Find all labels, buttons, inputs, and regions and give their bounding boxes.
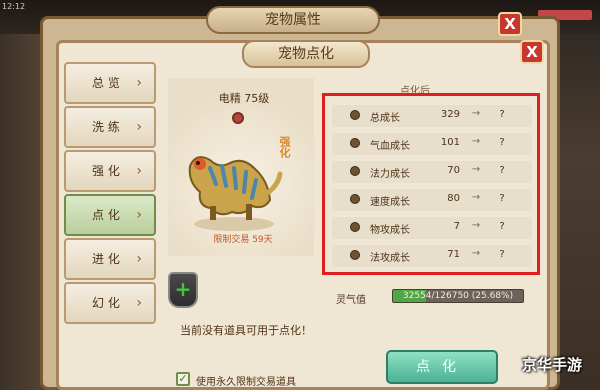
tab-refine[interactable]: 洗 练 › [64, 106, 156, 148]
tab-label: 总 览 [92, 76, 120, 90]
tab-enlighten[interactable]: 点 化 › [64, 194, 156, 236]
spirit-label: 灵气值 [336, 295, 366, 306]
growth-icon [350, 110, 360, 120]
status-time: 12:12 [2, 2, 26, 11]
mp-growth-icon [350, 166, 360, 176]
chevron-right-icon: › [136, 207, 142, 223]
stat-value: 7 [453, 221, 460, 232]
tab-label: 进 化 [92, 252, 120, 266]
growth-stats-list: 总成长 329 → ? 气血成长 101 → ? 法力成长 70 → ? 速度成… [332, 105, 532, 267]
stat-row-mp: 法力成长 70 → ? [332, 161, 532, 183]
arrow-right-icon: → [471, 136, 481, 147]
pet-element-icon [232, 112, 244, 124]
spirit-progress-bar: 32554/126750 (25.68%) [392, 289, 524, 303]
stat-value: 71 [447, 249, 460, 260]
stat-row-magic-attack: 法攻成长 71 → ? [332, 245, 532, 267]
speed-growth-icon [350, 194, 360, 204]
side-tab-list: 总 览 › 洗 练 › 强 化 › 点 化 › 进 化 › 幻 化 › [64, 62, 156, 390]
stat-label: 法攻成长 [370, 253, 410, 264]
stat-row-hp: 气血成长 101 → ? [332, 133, 532, 155]
item-slot-add-button[interactable]: + [168, 272, 198, 308]
tab-transform[interactable]: 幻 化 › [64, 282, 156, 324]
physical-attack-icon [350, 222, 360, 232]
outer-close-button[interactable]: X [498, 12, 522, 36]
arrow-right-icon: → [471, 192, 481, 203]
tab-evolve[interactable]: 进 化 › [64, 238, 156, 280]
enlighten-button[interactable]: 点化 [386, 350, 498, 384]
stat-next-value: ? [499, 249, 505, 260]
chevron-right-icon: › [136, 75, 142, 91]
strengthen-tag: 强化 [278, 136, 291, 158]
stat-next-value: ? [499, 109, 505, 120]
stat-label: 气血成长 [370, 141, 410, 152]
use-item-checkbox[interactable]: ✓ [176, 372, 190, 386]
arrow-right-icon: → [471, 108, 481, 119]
tab-label: 洗 练 [92, 120, 120, 134]
stat-value: 80 [447, 193, 460, 204]
pet-name-level: 电精 75级 [218, 92, 270, 105]
stat-label: 物攻成长 [370, 225, 410, 236]
stat-row-speed: 速度成长 80 → ? [332, 189, 532, 211]
stat-label: 总成长 [370, 113, 400, 124]
stat-row-physical-attack: 物攻成长 7 → ? [332, 217, 532, 239]
stat-next-value: ? [499, 137, 505, 148]
arrow-right-icon: → [471, 220, 481, 231]
tab-label: 强 化 [92, 164, 120, 178]
chevron-right-icon: › [136, 295, 142, 311]
tab-label: 幻 化 [92, 296, 120, 310]
tab-overview[interactable]: 总 览 › [64, 62, 156, 104]
site-watermark: 京华手游 [521, 356, 582, 374]
stat-value: 329 [440, 109, 460, 120]
chevron-right-icon: › [136, 163, 142, 179]
arrow-right-icon: → [471, 248, 481, 259]
panel-title: 宠物点化 [242, 40, 370, 68]
stat-value: 70 [447, 165, 460, 176]
no-item-message: 当前没有道具可用于点化！ [180, 324, 312, 337]
stat-next-value: ? [499, 165, 505, 176]
trade-limit-label: 限制交易 59天 [213, 235, 273, 245]
use-item-checkbox-label: 使用永久限制交易道具 [196, 377, 296, 388]
arrow-right-icon: → [471, 164, 481, 175]
chevron-right-icon: › [136, 119, 142, 135]
stat-label: 速度成长 [370, 197, 410, 208]
hp-growth-icon [350, 138, 360, 148]
chevron-right-icon: › [136, 251, 142, 267]
tab-strengthen[interactable]: 强 化 › [64, 150, 156, 192]
outer-window-title: 宠物属性 [206, 6, 380, 34]
stat-next-value: ? [499, 221, 505, 232]
stat-label: 法力成长 [370, 169, 410, 180]
spirit-progress-text: 32554/126750 (25.68%) [402, 291, 514, 301]
tab-label: 点 化 [92, 208, 120, 222]
pet-creature-image [188, 156, 283, 231]
stat-value: 101 [440, 137, 460, 148]
panel-close-button[interactable]: X [520, 40, 544, 64]
magic-attack-icon [350, 250, 360, 260]
stat-row-total: 总成长 329 → ? [332, 105, 532, 127]
stat-next-value: ? [499, 193, 505, 204]
